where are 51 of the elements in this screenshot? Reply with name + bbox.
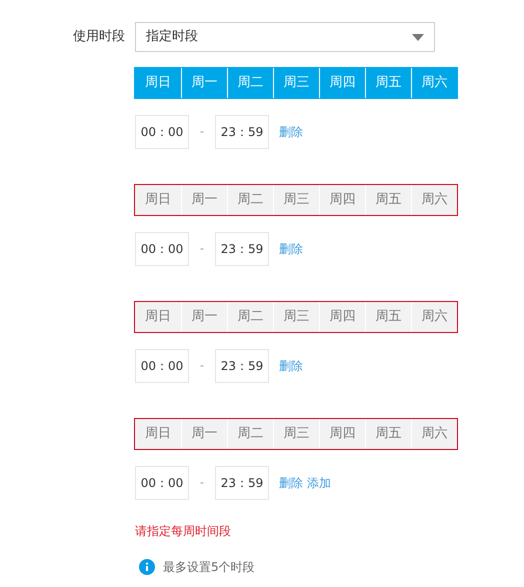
action-link[interactable]: 添加 xyxy=(307,474,331,492)
range-separator: - xyxy=(199,124,205,140)
field-label: 使用时段 xyxy=(73,29,125,44)
start-time-field[interactable]: 00：00 xyxy=(135,349,189,383)
info-icon xyxy=(139,559,155,575)
weekday-toggle[interactable]: 周日 xyxy=(135,419,181,449)
end-time-field[interactable]: 23：59 xyxy=(215,115,269,149)
action-link[interactable]: 删除 xyxy=(279,474,303,492)
end-time-field[interactable]: 23：59 xyxy=(215,232,269,266)
weekday-toggle[interactable]: 周六 xyxy=(411,68,457,98)
action-link[interactable]: 删除 xyxy=(279,123,303,141)
start-time-field[interactable]: 00：00 xyxy=(135,115,189,149)
weekday-toggle[interactable]: 周三 xyxy=(273,185,319,215)
action-link[interactable]: 删除 xyxy=(279,240,303,258)
end-time-field[interactable]: 23：59 xyxy=(215,349,269,383)
weekday-toggle[interactable]: 周一 xyxy=(181,185,227,215)
weekday-toggle[interactable]: 周六 xyxy=(411,302,457,332)
action-link[interactable]: 删除 xyxy=(279,357,303,375)
period-select[interactable]: 指定时段 xyxy=(135,22,435,52)
weekday-toggle[interactable]: 周三 xyxy=(273,68,319,98)
weekday-toggle[interactable]: 周五 xyxy=(365,302,411,332)
dropdown-caret-icon xyxy=(412,34,424,40)
weekday-toggle[interactable]: 周四 xyxy=(319,302,365,332)
weekday-toggle[interactable]: 周六 xyxy=(411,185,457,215)
range-separator: - xyxy=(199,358,205,374)
weekday-toggle[interactable]: 周二 xyxy=(227,419,273,449)
weekday-toggle[interactable]: 周三 xyxy=(273,419,319,449)
weekday-toggle[interactable]: 周四 xyxy=(319,185,365,215)
range-separator: - xyxy=(199,474,205,491)
error-message: 请指定每周时间段 xyxy=(135,523,232,540)
weekday-toggle[interactable]: 周六 xyxy=(411,419,457,449)
weekday-toggle[interactable]: 周三 xyxy=(273,302,319,332)
weekday-toggle[interactable]: 周二 xyxy=(227,68,273,98)
weekday-toggle[interactable]: 周二 xyxy=(227,185,273,215)
weekday-toggle[interactable]: 周五 xyxy=(365,68,411,98)
weekday-toggle[interactable]: 周四 xyxy=(319,68,365,98)
weekday-toggle[interactable]: 周日 xyxy=(135,302,181,332)
weekday-toggle[interactable]: 周五 xyxy=(365,185,411,215)
weekday-toggle[interactable]: 周一 xyxy=(181,302,227,332)
start-time-field[interactable]: 00：00 xyxy=(135,232,189,266)
weekday-toggle[interactable]: 周二 xyxy=(227,302,273,332)
weekday-toggle[interactable]: 周五 xyxy=(365,419,411,449)
start-time-field[interactable]: 00：00 xyxy=(135,466,189,500)
weekday-toggle[interactable]: 周四 xyxy=(319,419,365,449)
weekday-toggle[interactable]: 周一 xyxy=(181,68,227,98)
info-message: 最多设置5个时段 xyxy=(163,559,255,576)
range-separator: - xyxy=(199,240,205,257)
end-time-field[interactable]: 23：59 xyxy=(215,466,269,500)
weekday-toggle[interactable]: 周一 xyxy=(181,419,227,449)
weekday-toggle[interactable]: 周日 xyxy=(135,68,181,98)
weekday-toggle[interactable]: 周日 xyxy=(135,185,181,215)
